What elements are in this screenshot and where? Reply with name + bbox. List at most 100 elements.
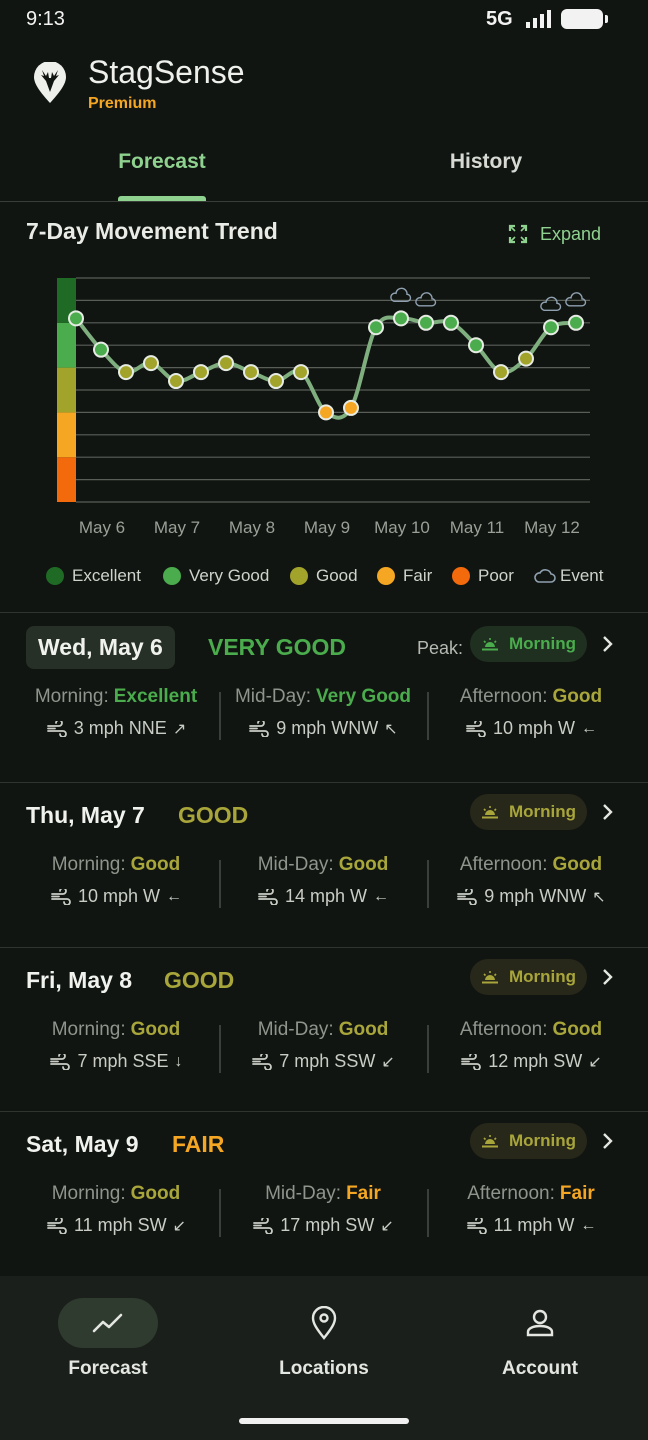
nav-label: Forecast: [68, 1358, 148, 1379]
trend-point: [443, 314, 459, 331]
active-tab-indicator: [118, 196, 206, 201]
wind-info: 3 mph NNE ↗: [12, 718, 220, 739]
trend-point: [318, 404, 334, 421]
wind-text: 7 mph SSE: [77, 1051, 169, 1071]
sunrise-icon: [481, 971, 498, 984]
event-cloud-icon: [565, 292, 587, 307]
period-label-row: Afternoon: Good: [427, 854, 635, 876]
chevron-right-icon[interactable]: [600, 1131, 616, 1151]
expand-icon: [508, 224, 528, 244]
wind-text: 9 mph WNW: [484, 886, 587, 906]
peak-time-label: Morning: [508, 1131, 577, 1150]
event-cloud-icon: [390, 287, 412, 303]
day-forecast-card[interactable]: Sat, May 9 FAIR Morning Morning: Good 11 mph …: [0, 1111, 648, 1275]
trend-point: [68, 310, 84, 327]
wind-text: 12 mph SW: [488, 1051, 583, 1071]
legend-dot: [452, 567, 470, 585]
x-axis-tick-label: May 7: [154, 518, 200, 537]
period-label-row: Mid-Day: Fair: [219, 1183, 427, 1205]
trend-point: [568, 314, 584, 331]
x-axis-tick-label: May 10: [374, 518, 430, 537]
trend-point: [543, 319, 559, 336]
period-rating: Very Good: [315, 686, 412, 707]
day-date: Sat, May 9: [26, 1131, 139, 1157]
home-indicator: [239, 1418, 409, 1424]
wind-direction-arrow-icon: ←: [581, 719, 598, 737]
legend-label: Good: [316, 566, 358, 585]
period-name: Mid-Day:: [265, 1183, 342, 1204]
wind-info: 17 mph SW ↙: [219, 1215, 427, 1236]
wind-text: 9 mph WNW: [276, 718, 379, 738]
tab-bar: Forecast History: [0, 136, 648, 202]
status-bar: 9:13 5G: [0, 0, 648, 40]
wind-text: 17 mph SW: [280, 1215, 375, 1235]
rating-scale-band: [57, 457, 76, 502]
peak-time-label: Morning: [508, 967, 577, 986]
stag-logo-icon: [34, 62, 66, 103]
chart-legend: Excellent Very Good Good Fair Poor Event: [0, 566, 648, 596]
nav-account[interactable]: Account: [432, 1298, 648, 1380]
peak-time-label: Morning: [508, 634, 577, 653]
tab-history[interactable]: History: [324, 150, 648, 174]
tab-forecast[interactable]: Forecast: [0, 150, 324, 174]
period-forecast: Afternoon: Good 9 mph WNW ↖: [427, 854, 635, 907]
day-forecast-card[interactable]: Fri, May 8 GOOD Morning Morning: Good 7 mph S…: [0, 947, 648, 1111]
legend-dot: [163, 567, 181, 585]
legend-dot: [377, 567, 395, 585]
wind-direction-arrow-icon: ↖: [384, 720, 398, 738]
plan-badge: Premium: [88, 95, 157, 112]
wind-icon: [46, 720, 67, 737]
nav-locations[interactable]: Locations: [216, 1298, 432, 1380]
nav-forecast-icon-wrap: [58, 1298, 158, 1348]
day-date: Fri, May 8: [26, 967, 133, 993]
trend-point: [93, 341, 109, 358]
period-forecast: Mid-Day: Very Good 9 mph WNW ↖: [219, 686, 427, 739]
sunrise-icon: [481, 1135, 498, 1148]
wind-text: 7 mph SSW: [279, 1051, 376, 1071]
period-rating: Good: [552, 854, 603, 875]
period-forecast: Mid-Day: Fair 17 mph SW ↙: [219, 1183, 427, 1236]
legend-label: Poor: [478, 566, 514, 585]
wind-icon: [252, 1053, 273, 1070]
period-label-row: Morning: Good: [12, 1019, 220, 1041]
period-label-row: Morning: Excellent: [12, 686, 220, 708]
wind-direction-arrow-icon: ↙: [588, 1053, 602, 1071]
trend-point: [193, 364, 209, 381]
period-rating: Good: [338, 854, 389, 875]
nav-locations-icon-wrap: [274, 1298, 374, 1348]
wind-icon: [258, 888, 278, 905]
expand-label: Expand: [540, 223, 602, 244]
rating-scale-band: [57, 367, 76, 413]
period-rating: Good: [552, 1019, 603, 1040]
legend-label: Excellent: [72, 566, 141, 585]
wind-text: 11 mph SW: [73, 1215, 167, 1235]
legend-very-good: Very Good: [163, 566, 269, 586]
period-rating: Excellent: [113, 686, 198, 707]
period-label-row: Mid-Day: Very Good: [219, 686, 427, 708]
legend-fair: Fair: [377, 566, 432, 586]
trend-point: [343, 399, 359, 416]
legend-excellent: Excellent: [46, 566, 141, 586]
movement-trend-chart: May 6 May 7 May 8 May 9 May 10 May 11 May 12: [57, 277, 590, 537]
wind-info: 7 mph SSE ↓: [12, 1051, 220, 1072]
wind-text: 10 mph W: [492, 718, 576, 738]
period-name: Mid-Day:: [257, 854, 334, 875]
nav-forecast[interactable]: Forecast: [0, 1298, 216, 1380]
expand-button[interactable]: Expand: [508, 220, 601, 248]
day-forecast-card[interactable]: Thu, May 7 GOOD Morning Morning: Good 10 mph …: [0, 782, 648, 946]
wind-icon: [51, 888, 71, 905]
chevron-right-icon[interactable]: [600, 967, 616, 987]
day-date: Thu, May 7: [26, 802, 145, 828]
chevron-right-icon[interactable]: [600, 634, 616, 654]
x-axis-tick-label: May 9: [304, 518, 350, 537]
chevron-right-icon[interactable]: [600, 802, 616, 822]
trend-icon: [92, 1313, 123, 1333]
period-name: Afternoon:: [459, 854, 548, 875]
day-date: Wed, May 6: [26, 626, 175, 669]
day-forecast-card[interactable]: Wed, May 6 VERY GOOD Peak: Morning Morning: E…: [0, 614, 648, 778]
period-forecast: Mid-Day: Good 7 mph SSW ↙: [219, 1019, 427, 1072]
app-header: StagSense Premium: [0, 50, 648, 120]
wind-direction-arrow-icon: ←: [166, 887, 183, 905]
x-axis-tick-label: May 11: [450, 518, 505, 537]
trend-point: [518, 350, 534, 367]
